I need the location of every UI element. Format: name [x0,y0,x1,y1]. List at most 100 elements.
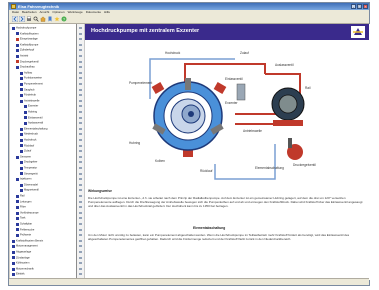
tree-item[interactable]: Elektrik [12,272,25,277]
tree-item[interactable]: Einspritzanlage [16,37,38,41]
tree-item-label: Schaltplan [20,222,33,226]
tree-item-label: Hubring [28,110,38,114]
book-icon [16,200,19,204]
tree-item-label: Rail [20,194,25,198]
tree-item[interactable]: Hochdruck [20,138,36,142]
tree-item[interactable]: Vorförderpumpe [16,211,39,215]
page-marker [79,206,82,209]
tree-item[interactable]: Tank [16,216,25,221]
page-marker [79,172,82,175]
tree-item[interactable]: Auslassventil [24,121,43,125]
tree-item[interactable]: Schaltplan [16,222,32,226]
book-icon [20,133,23,137]
tree-item[interactable]: Förderhub [20,93,36,97]
tree-item[interactable]: Druckgeber [20,160,37,165]
page-marker [79,144,82,147]
tree-item[interactable]: Elementabschaltung [20,127,48,131]
tree-item[interactable]: Prüfwerte [16,233,31,237]
brand-logo [351,26,365,38]
back-icon[interactable] [12,16,18,22]
book-icon [16,228,19,232]
navigation-tree[interactable]: Hochdruckpumpe Kraftstoffsystem Einspritza… [10,24,77,280]
window-title: Elsa Fahrzeugtechnik [18,4,60,9]
book-icon [12,239,15,243]
book-icon [16,155,19,159]
print-icon[interactable] [26,16,32,22]
tree-item[interactable]: Zylinderkopf [16,48,34,53]
tree-item[interactable]: Funktionsweise [20,76,42,81]
page-marker [79,133,82,136]
tree-item[interactable]: Temperatur [20,166,37,170]
forward-icon[interactable] [19,16,25,22]
tree-item[interactable]: Aufbau [20,71,32,75]
page-marker [79,105,82,108]
maximize-button[interactable]: □ [357,4,362,9]
page-title: Hochdruckpumpe mit zentralem Exzenter [91,28,200,34]
page-marker [79,267,82,270]
tree-item[interactable]: Motormanagement [12,244,38,249]
search-icon[interactable] [33,16,39,22]
tree-item[interactable]: Magnetventil [20,188,39,193]
tree-item[interactable]: Kühlsystem [12,261,29,265]
tree-item[interactable]: Fehlersuche [16,228,34,232]
tree-item[interactable]: Antriebswelle [20,99,39,103]
help-icon[interactable]: ? [61,16,67,22]
star-icon[interactable] [54,16,60,22]
page-marker [79,183,82,186]
toolbar: ? [9,15,369,24]
tree-item[interactable]: Antrieb [16,54,28,58]
page-marker [79,43,82,46]
page-marker [79,161,82,164]
tree-item[interactable]: Hubring [24,110,37,114]
document-view: Hochdruckpumpe mit zentralem Exzenter Ho… [85,24,370,280]
tree-item[interactable]: Zündanlage [12,256,30,260]
tree-item[interactable]: Exzenter [24,104,38,109]
tree-item[interactable]: Druckaufbau [16,65,35,69]
page-marker [79,27,82,29]
tree-item[interactable]: Düsennadel [20,183,38,187]
tree-item-label: Kraftstoffsystem Benzin [16,239,44,243]
home-icon[interactable] [40,16,46,22]
tree-item[interactable]: Zulauf [20,149,31,153]
minimize-button[interactable]: - [351,4,356,9]
tree-item[interactable]: Rail [16,194,24,198]
tree-item[interactable]: Leitungen [16,200,31,204]
close-button[interactable]: × [363,4,368,9]
page-marker [79,273,82,276]
tree-item[interactable]: Abgasanlage [12,250,31,254]
tree-item[interactable]: Rücklauf [20,144,34,148]
tree-item[interactable]: Kraftstoffsystem [16,32,39,36]
bookmark-icon[interactable] [47,16,53,22]
page-marker [79,223,82,225]
tree-item[interactable]: Druckregelventil [16,60,39,64]
page-marker [79,60,82,63]
tree-item[interactable]: Pumpenelement [20,82,43,86]
book-icon [12,273,15,277]
tree-item[interactable]: Filter [16,205,26,209]
diagram-label: Auslassventil [275,63,294,67]
tree-item[interactable]: Niederdruck [20,132,38,137]
tree-item-label: Leitungen [20,200,32,204]
tree-item[interactable]: Steuergerät [20,172,38,176]
book-icon [12,250,15,254]
book-icon [20,77,23,81]
page-marker [79,178,82,181]
tree-item-label: Rücklauf [24,144,35,148]
page-marker [79,55,82,57]
tree-item[interactable]: Kraftstoffpumpe [16,43,38,47]
tree-item[interactable]: Sensoren [16,155,31,159]
book-icon [12,256,15,260]
tree-item[interactable]: Hochdruckpumpe [12,26,36,30]
tree-item[interactable]: Einlassventil [24,116,42,120]
page-marker [79,251,82,253]
tree-item[interactable]: Motormechanik [12,267,34,271]
tree-item[interactable]: Kraftstoffsystem Benzin [12,239,43,243]
page-marker [79,228,82,231]
tree-item-label: Motormanagement [16,245,38,249]
book-icon [16,32,19,36]
book-icon [20,71,23,75]
page-marker [79,94,82,97]
tree-item[interactable]: Injektoren [16,177,31,181]
tree-item[interactable]: Saughub [20,88,34,92]
book-icon [20,166,23,170]
